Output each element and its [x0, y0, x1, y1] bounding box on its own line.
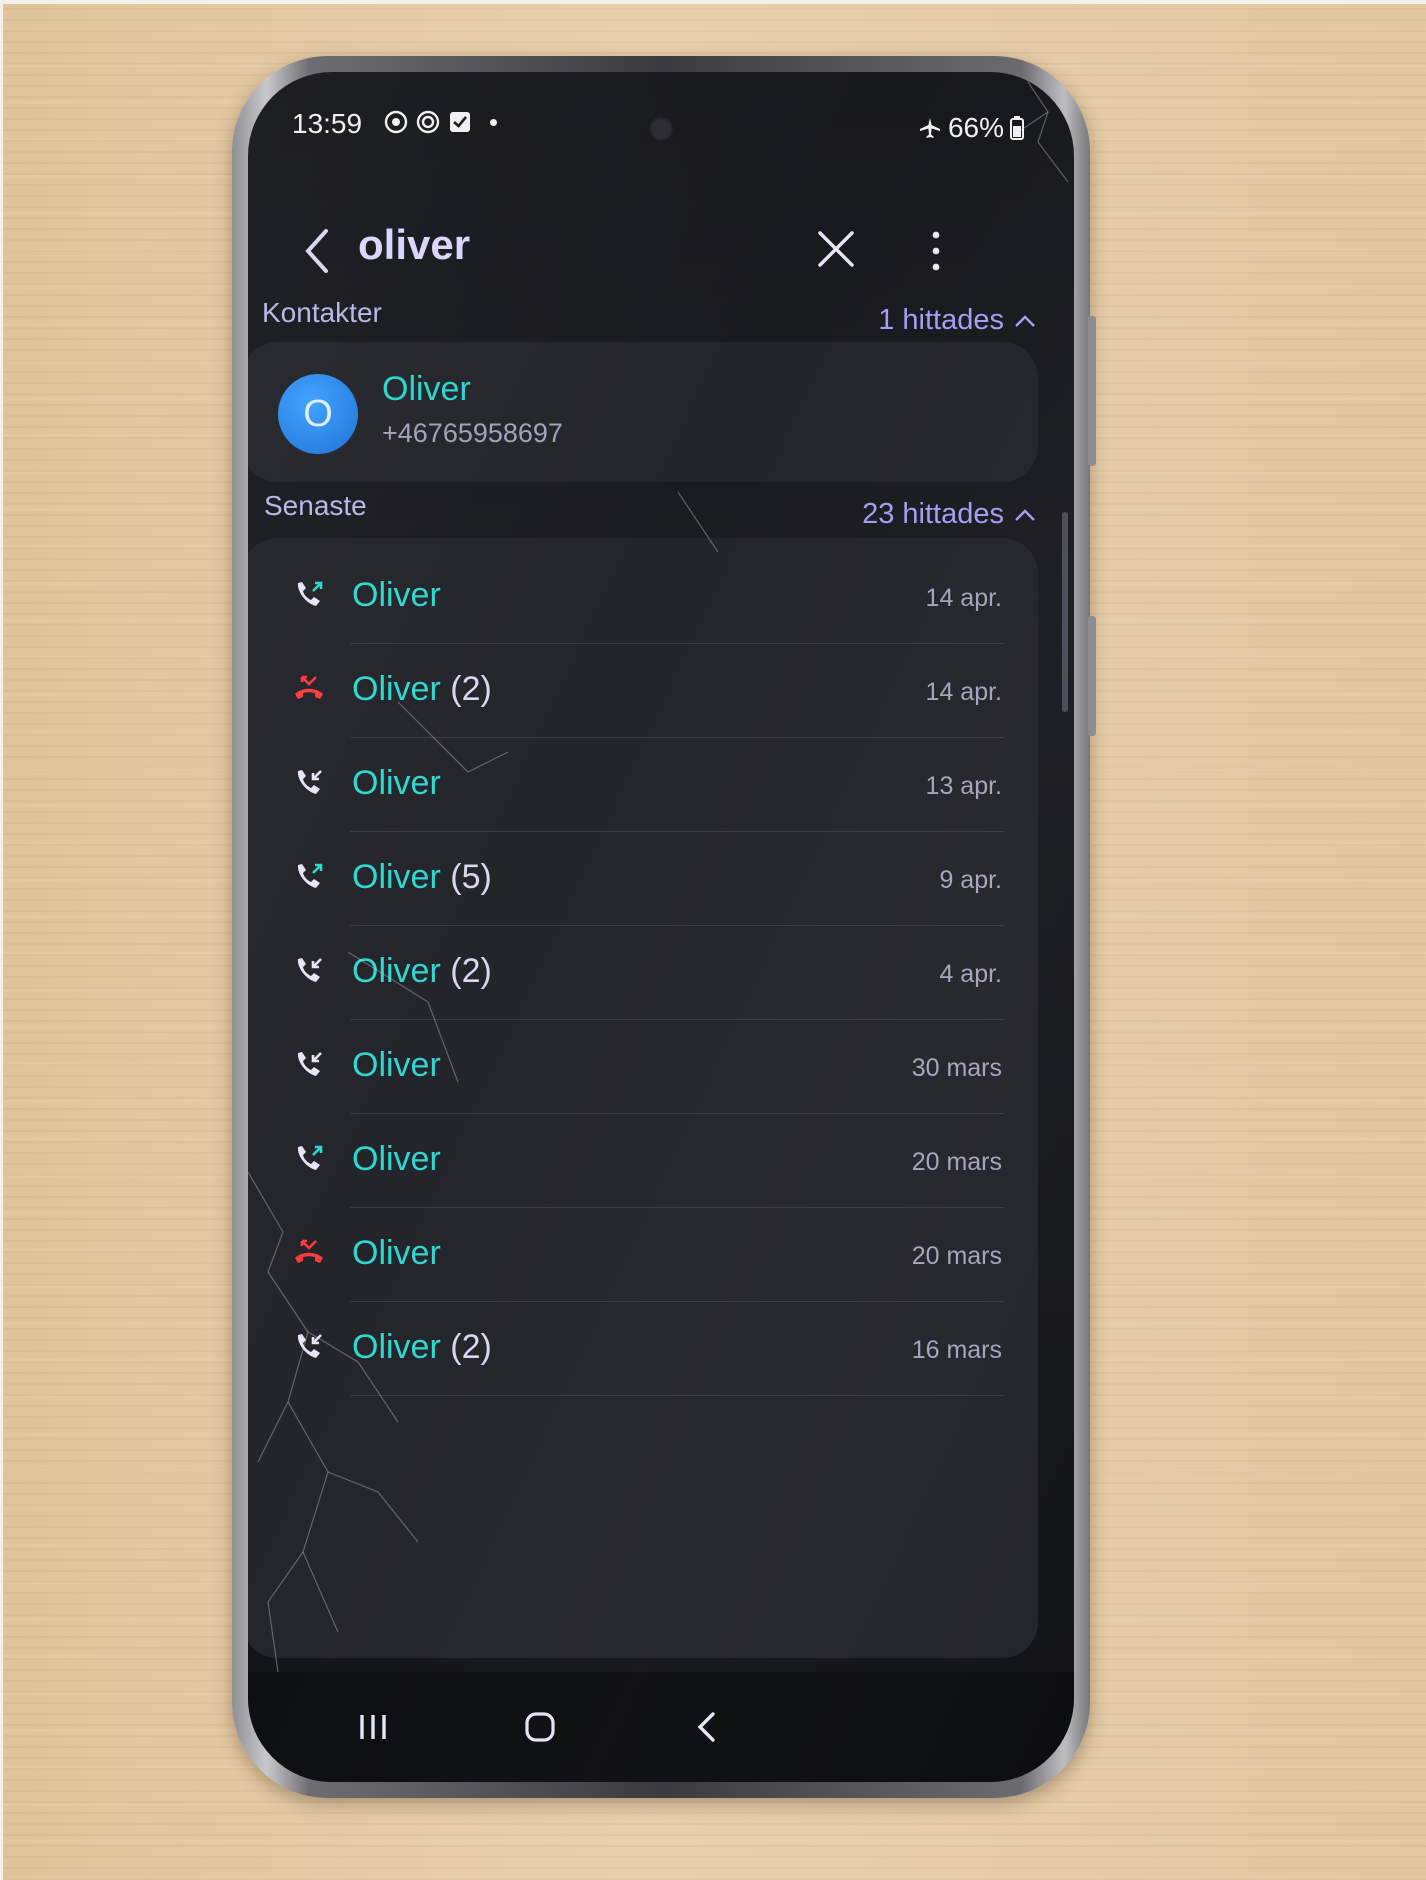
call-name-text: Oliver: [352, 670, 441, 708]
call-contact-name: Oliver (2): [352, 952, 492, 991]
more-vert-icon[interactable]: [924, 225, 948, 277]
call-date: 14 apr.: [925, 678, 1002, 706]
call-date: 30 mars: [911, 1054, 1002, 1082]
call-count: (2): [450, 1328, 492, 1366]
call-name-text: Oliver: [352, 1046, 441, 1084]
call-outgoing-icon: [292, 1142, 326, 1176]
call-outgoing-icon: [292, 578, 326, 612]
chevron-up-icon: [1015, 508, 1035, 521]
scrollbar[interactable]: [1062, 512, 1068, 712]
call-name-text: Oliver: [352, 1328, 441, 1366]
call-contact-name: Oliver (2): [352, 670, 492, 709]
notification-dot-icon: [490, 118, 497, 126]
call-log-row[interactable]: Oliver (2) 4 apr.: [248, 924, 1038, 1020]
call-name-text: Oliver: [352, 576, 441, 614]
contacts-count-toggle[interactable]: 1 hittades: [878, 304, 1036, 337]
home-nav-button[interactable]: [510, 1702, 570, 1752]
close-icon[interactable]: [814, 227, 858, 271]
status-icons-right: 66%: [918, 112, 1024, 144]
airplane-mode-icon: [919, 118, 940, 138]
call-outgoing-icon: [292, 860, 326, 894]
nav-target-icon: [384, 110, 408, 134]
call-contact-name: Oliver: [352, 1234, 441, 1273]
photo-border-left: [0, 0, 3, 1880]
call-name-text: Oliver: [352, 858, 441, 896]
call-missed-icon: [292, 1236, 326, 1270]
row-divider: [350, 1395, 1004, 1396]
call-incoming-icon: [292, 1048, 326, 1082]
call-name-text: Oliver: [352, 952, 441, 990]
call-log-row[interactable]: Oliver 13 apr.: [248, 736, 1038, 832]
call-name-text: Oliver: [352, 1140, 441, 1178]
call-contact-name: Oliver: [352, 1140, 441, 1179]
call-name-text: Oliver: [352, 1234, 441, 1272]
call-contact-name: Oliver: [352, 576, 441, 615]
avatar: O: [278, 374, 358, 454]
photo-border-top: [0, 0, 1426, 4]
call-contact-name: Oliver (2): [352, 1328, 492, 1367]
home-icon: [525, 1712, 555, 1742]
call-log-row[interactable]: Oliver 14 apr.: [248, 548, 1038, 644]
call-log-row[interactable]: Oliver 30 mars: [248, 1018, 1038, 1114]
chevron-up-icon: [1015, 314, 1035, 327]
chevron-left-icon[interactable]: [298, 225, 338, 277]
call-log-row[interactable]: Oliver (5) 9 apr.: [248, 830, 1038, 926]
recent-apps-icon: [360, 1715, 386, 1739]
location-ring-icon: [416, 110, 440, 134]
navigation-bar: [248, 1672, 1074, 1782]
front-camera: [648, 116, 674, 142]
call-count: (2): [450, 670, 492, 708]
call-count: (2): [450, 952, 492, 990]
battery-icon: [1010, 116, 1024, 140]
call-contact-name: Oliver (5): [352, 858, 492, 897]
call-incoming-icon: [292, 766, 326, 800]
recent-section-title: Senaste: [264, 490, 367, 521]
status-icons-left: [384, 110, 497, 134]
call-contact-name: Oliver: [352, 764, 441, 803]
phone-screen: 13:59 66% oliver Kontakter 1 hittades O …: [248, 72, 1074, 1782]
call-contact-name: Oliver: [352, 1046, 441, 1085]
battery-percent: 66%: [947, 112, 1004, 143]
call-date: 20 mars: [911, 1148, 1002, 1176]
contacts-count: 1 hittades: [878, 304, 1004, 336]
call-date: 13 apr.: [925, 772, 1002, 800]
call-log-row[interactable]: Oliver 20 mars: [248, 1112, 1038, 1208]
checkbox-notification-icon: [450, 112, 470, 132]
call-log-row[interactable]: Oliver (2) 16 mars: [248, 1300, 1038, 1396]
back-icon: [697, 1712, 715, 1742]
recent-calls-list: Oliver 14 apr. Oliver (2) 14 apr. Oliver 13 a…: [248, 538, 1038, 1658]
call-incoming-icon: [292, 954, 326, 988]
volume-button: [1088, 616, 1096, 736]
search-header: oliver: [248, 217, 1074, 287]
call-count: (5): [450, 858, 492, 896]
call-incoming-icon: [292, 1330, 326, 1364]
power-button: [1088, 316, 1096, 466]
call-date: 14 apr.: [925, 584, 1002, 612]
recent-count-toggle[interactable]: 23 hittades: [862, 498, 1036, 531]
search-query[interactable]: oliver: [358, 221, 470, 269]
recents-nav-button[interactable]: [343, 1702, 403, 1752]
call-missed-icon: [292, 672, 326, 706]
contact-card[interactable]: O Oliver +46765958697: [248, 342, 1038, 482]
status-time: 13:59: [292, 108, 363, 139]
call-date: 16 mars: [911, 1336, 1002, 1364]
back-nav-button[interactable]: [676, 1702, 736, 1752]
contacts-section-title: Kontakter: [262, 297, 382, 328]
call-log-row[interactable]: Oliver (2) 14 apr.: [248, 642, 1038, 738]
call-date: 9 apr.: [939, 866, 1002, 894]
recent-count: 23 hittades: [862, 498, 1004, 530]
contact-number: +46765958697: [382, 418, 563, 448]
call-date: 20 mars: [911, 1242, 1002, 1270]
call-name-text: Oliver: [352, 764, 441, 802]
call-date: 4 apr.: [939, 960, 1002, 988]
contact-name: Oliver: [382, 370, 471, 408]
call-log-row[interactable]: Oliver 20 mars: [248, 1206, 1038, 1302]
